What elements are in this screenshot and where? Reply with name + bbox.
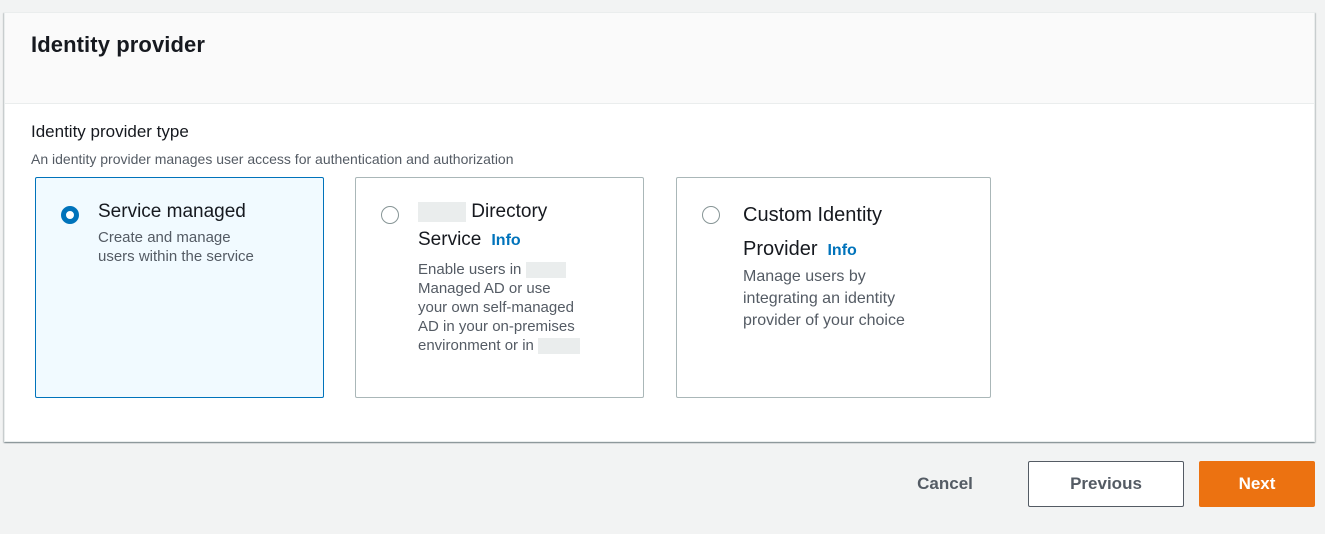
description-line: environment or in [418, 337, 534, 354]
previous-button[interactable]: Previous [1028, 461, 1184, 507]
tile-title: Service managed [98, 201, 246, 222]
description-line: Create and manage [98, 229, 231, 246]
tile-description: Enable users in Managed AD or use your o… [418, 260, 581, 355]
panel-title: Identity provider [31, 32, 206, 57]
radio-custom-identity-provider[interactable] [702, 206, 720, 224]
tile-title: Directory Service Info [418, 198, 628, 255]
title-line: Custom Identity [743, 204, 882, 226]
redacted-text [538, 338, 581, 355]
description-line: Enable users in [418, 261, 522, 278]
redacted-text [525, 262, 566, 279]
title-line: Service [418, 229, 482, 250]
description-line: integrating an identity [743, 290, 896, 307]
description-line: Manage users by [743, 268, 866, 285]
tile-description: Create and manage users within the servi… [98, 228, 254, 266]
description-line: AD in your on-premises [418, 318, 575, 335]
tile-title: Custom Identity Provider Info [743, 198, 882, 268]
description-line: users within the service [98, 248, 254, 265]
title-line: Directory [471, 201, 548, 222]
next-button[interactable]: Next [1199, 461, 1315, 507]
tile-service-managed[interactable]: Service managed Create and manage users … [35, 177, 324, 398]
radio-service-managed[interactable] [61, 206, 79, 224]
tile-custom-identity-provider[interactable]: Custom Identity Provider Info Manage user… [676, 177, 991, 398]
title-line: Provider [743, 238, 818, 260]
cancel-button[interactable]: Cancel [893, 461, 997, 507]
tile-description: Manage users by integrating an identity … [743, 266, 905, 332]
field-description: An identity provider manages user access… [31, 151, 514, 167]
description-line: Managed AD or use [418, 280, 551, 297]
info-link[interactable]: Info [491, 232, 520, 249]
tile-directory-service[interactable]: Directory Service Info Enable users in Ma… [355, 177, 644, 398]
radio-directory-service[interactable] [381, 206, 399, 224]
field-label: Identity provider type [31, 122, 189, 141]
info-link[interactable]: Info [827, 242, 856, 259]
description-line: your own self-managed [418, 299, 574, 316]
redacted-text [418, 201, 466, 222]
panel-header [5, 13, 1314, 104]
description-line: provider of your choice [743, 312, 905, 329]
